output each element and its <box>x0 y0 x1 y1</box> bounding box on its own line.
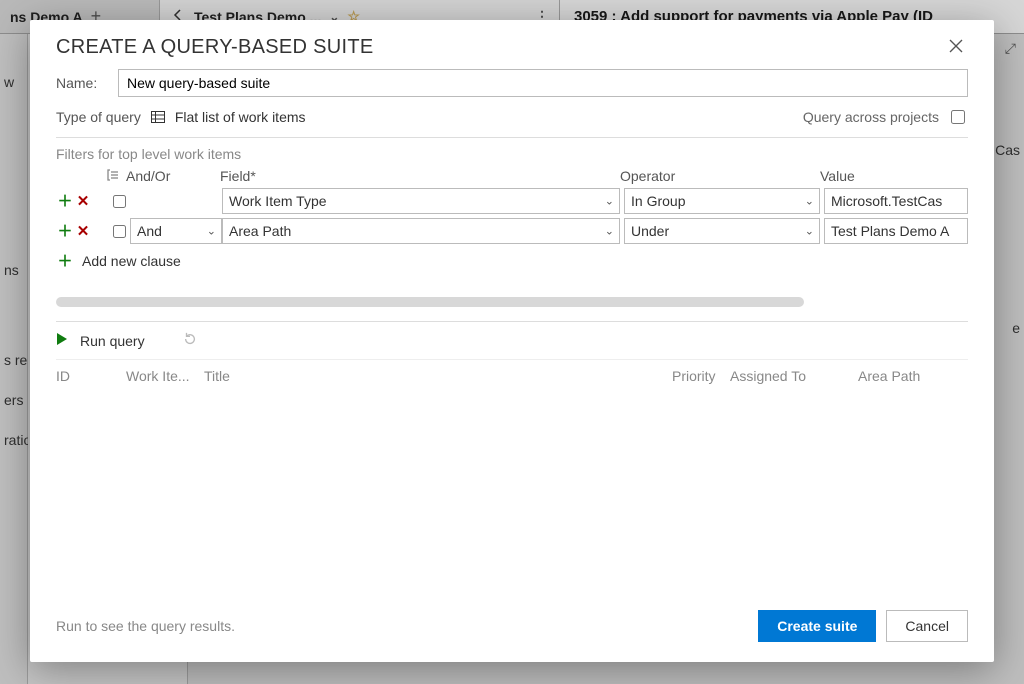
filter-row: ＋ ✕ Work Item Type ⌄ In Group ⌄ Microsof… <box>56 188 968 214</box>
value-input-text: Microsoft.TestCas <box>831 193 942 209</box>
name-label: Name: <box>56 75 106 91</box>
chevron-down-icon: ⌄ <box>207 225 216 238</box>
scrollbar-thumb[interactable] <box>56 297 804 307</box>
col-area: Area Path <box>858 368 968 384</box>
flat-list-icon <box>151 111 165 123</box>
query-across-checkbox[interactable] <box>951 110 965 124</box>
field-select[interactable]: Area Path ⌄ <box>222 218 620 244</box>
type-of-query-value[interactable]: Flat list of work items <box>175 109 306 125</box>
filter-grid: And/Or Field* Operator Value ＋ ✕ Work It… <box>56 168 968 271</box>
operator-select-value: In Group <box>631 193 685 209</box>
cancel-button[interactable]: Cancel <box>886 610 968 642</box>
results-empty-area <box>56 390 968 598</box>
results-hint: Run to see the query results. <box>56 618 235 634</box>
col-id: ID <box>56 368 126 384</box>
create-query-suite-dialog: CREATE A QUERY-BASED SUITE Name: Type of… <box>30 20 994 662</box>
run-query-button[interactable]: Run query <box>80 333 145 349</box>
query-across-label: Query across projects <box>803 109 939 125</box>
header-field: Field* <box>220 168 620 184</box>
refresh-icon[interactable] <box>183 332 197 349</box>
close-button[interactable] <box>944 34 968 61</box>
value-input[interactable]: Microsoft.TestCas <box>824 188 968 214</box>
horizontal-scrollbar[interactable] <box>56 297 968 307</box>
header-operator: Operator <box>620 168 820 184</box>
type-of-query-label: Type of query <box>56 109 141 125</box>
value-input-text: Test Plans Demo A <box>831 223 949 239</box>
add-row-button[interactable]: ＋ <box>56 194 74 209</box>
chevron-down-icon: ⌄ <box>805 225 814 238</box>
value-input[interactable]: Test Plans Demo A <box>824 218 968 244</box>
field-select-value: Area Path <box>229 223 291 239</box>
results-header: ID Work Ite... Title Priority Assigned T… <box>56 368 968 390</box>
add-row-button[interactable]: ＋ <box>56 224 74 239</box>
andor-select-value: And <box>137 223 162 239</box>
delete-row-button[interactable]: ✕ <box>74 224 92 239</box>
col-assigned: Assigned To <box>730 368 858 384</box>
plus-icon: ＋ <box>56 250 74 271</box>
play-icon <box>56 332 68 349</box>
row-checkbox[interactable] <box>113 225 126 238</box>
field-select[interactable]: Work Item Type ⌄ <box>222 188 620 214</box>
header-value: Value <box>820 168 968 184</box>
andor-select[interactable]: And ⌄ <box>130 218 222 244</box>
chevron-down-icon: ⌄ <box>805 195 814 208</box>
col-priority: Priority <box>672 368 730 384</box>
name-input[interactable] <box>118 69 968 97</box>
header-andor: And/Or <box>124 168 220 184</box>
create-suite-button[interactable]: Create suite <box>758 610 876 642</box>
operator-select[interactable]: In Group ⌄ <box>624 188 820 214</box>
dialog-title: CREATE A QUERY-BASED SUITE <box>56 36 374 59</box>
query-across-projects[interactable]: Query across projects <box>803 107 968 127</box>
chevron-down-icon: ⌄ <box>605 225 614 238</box>
add-new-clause-button[interactable]: ＋ Add new clause <box>56 250 968 271</box>
operator-select-value: Under <box>631 223 669 239</box>
filters-section-title: Filters for top level work items <box>56 146 968 162</box>
delete-row-button[interactable]: ✕ <box>74 194 92 209</box>
col-work-item: Work Ite... <box>126 368 204 384</box>
col-title: Title <box>204 368 672 384</box>
row-checkbox[interactable] <box>113 195 126 208</box>
group-clauses-icon[interactable] <box>106 168 124 184</box>
field-select-value: Work Item Type <box>229 193 327 209</box>
operator-select[interactable]: Under ⌄ <box>624 218 820 244</box>
filter-row: ＋ ✕ And ⌄ Area Path ⌄ Under ⌄ Test Plans <box>56 218 968 244</box>
chevron-down-icon: ⌄ <box>605 195 614 208</box>
add-clause-label: Add new clause <box>82 253 181 269</box>
